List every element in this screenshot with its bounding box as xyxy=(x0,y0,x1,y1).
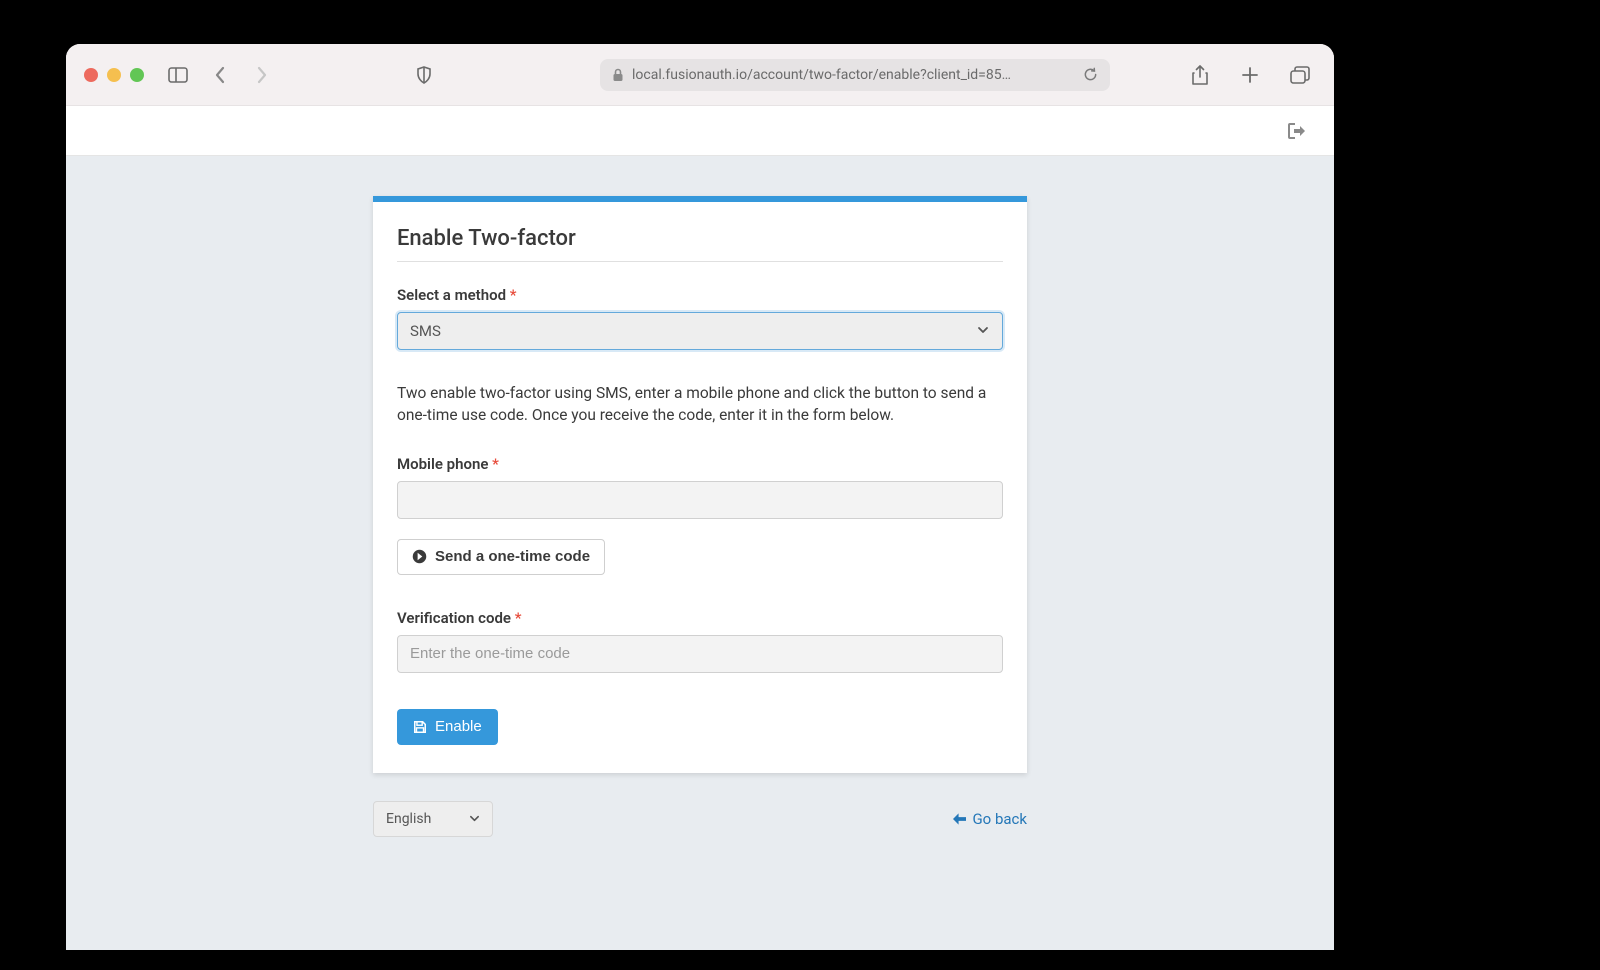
app-header xyxy=(66,106,1334,156)
send-code-label: Send a one-time code xyxy=(435,548,590,565)
chevron-left-icon xyxy=(214,66,226,84)
maximize-window-button[interactable] xyxy=(130,68,144,82)
privacy-shield-button[interactable] xyxy=(408,59,440,91)
shield-icon xyxy=(416,66,432,84)
chevron-down-icon xyxy=(469,813,480,824)
new-tab-button[interactable] xyxy=(1234,59,1266,91)
share-icon xyxy=(1191,65,1209,85)
language-selected-value: English xyxy=(386,811,431,827)
plus-icon xyxy=(1241,66,1259,84)
page-title: Enable Two-factor xyxy=(397,226,1003,262)
enable-button[interactable]: Enable xyxy=(397,709,498,745)
required-asterisk: * xyxy=(510,286,517,304)
verification-label: Verification code * xyxy=(397,609,1003,627)
chrome-right-controls xyxy=(1184,59,1316,91)
address-bar[interactable]: local.fusionauth.io/account/two-factor/e… xyxy=(600,59,1110,91)
chevron-down-icon xyxy=(977,324,989,336)
below-card-row: English Go back xyxy=(373,801,1027,837)
required-asterisk: * xyxy=(492,455,499,473)
method-selected-value: SMS xyxy=(410,322,441,340)
sidebar-icon xyxy=(168,67,188,83)
method-select[interactable]: SMS xyxy=(397,312,1003,350)
browser-window: local.fusionauth.io/account/two-factor/e… xyxy=(66,44,1334,950)
minimize-window-button[interactable] xyxy=(107,68,121,82)
logout-icon xyxy=(1288,123,1306,139)
tabs-overview-button[interactable] xyxy=(1284,59,1316,91)
method-select-wrap: SMS xyxy=(397,312,1003,350)
forward-button[interactable] xyxy=(246,59,278,91)
required-asterisk: * xyxy=(515,609,522,627)
send-code-button[interactable]: Send a one-time code xyxy=(397,539,605,575)
close-window-button[interactable] xyxy=(84,68,98,82)
method-label: Select a method * xyxy=(397,286,1003,304)
save-icon xyxy=(413,720,427,734)
traffic-lights xyxy=(84,68,144,82)
content-area: Enable Two-factor Select a method * SMS xyxy=(66,156,1334,950)
logout-button[interactable] xyxy=(1288,123,1306,139)
method-field: Select a method * SMS xyxy=(397,286,1003,350)
two-factor-card: Enable Two-factor Select a method * SMS xyxy=(373,196,1027,773)
mobile-phone-input[interactable] xyxy=(397,481,1003,519)
url-text: local.fusionauth.io/account/two-factor/e… xyxy=(632,67,1075,83)
go-back-label: Go back xyxy=(972,810,1027,828)
language-select[interactable]: English xyxy=(373,801,493,837)
mobile-label: Mobile phone * xyxy=(397,455,1003,473)
verification-field: Verification code * xyxy=(397,609,1003,687)
go-back-link[interactable]: Go back xyxy=(953,810,1027,828)
reload-icon xyxy=(1083,67,1098,82)
browser-chrome: local.fusionauth.io/account/two-factor/e… xyxy=(66,44,1334,106)
tabs-icon xyxy=(1290,66,1310,84)
instructions-text: Two enable two-factor using SMS, enter a… xyxy=(397,382,1003,427)
enable-button-label: Enable xyxy=(435,718,482,735)
share-button[interactable] xyxy=(1184,59,1216,91)
arrow-left-icon xyxy=(953,813,966,825)
reload-button[interactable] xyxy=(1083,67,1098,82)
mobile-field: Mobile phone * xyxy=(397,455,1003,533)
chevron-right-icon xyxy=(256,66,268,84)
arrow-circle-right-icon xyxy=(412,549,427,564)
back-button[interactable] xyxy=(204,59,236,91)
lock-icon xyxy=(612,68,624,82)
sidebar-toggle-button[interactable] xyxy=(162,59,194,91)
verification-code-input[interactable] xyxy=(397,635,1003,673)
